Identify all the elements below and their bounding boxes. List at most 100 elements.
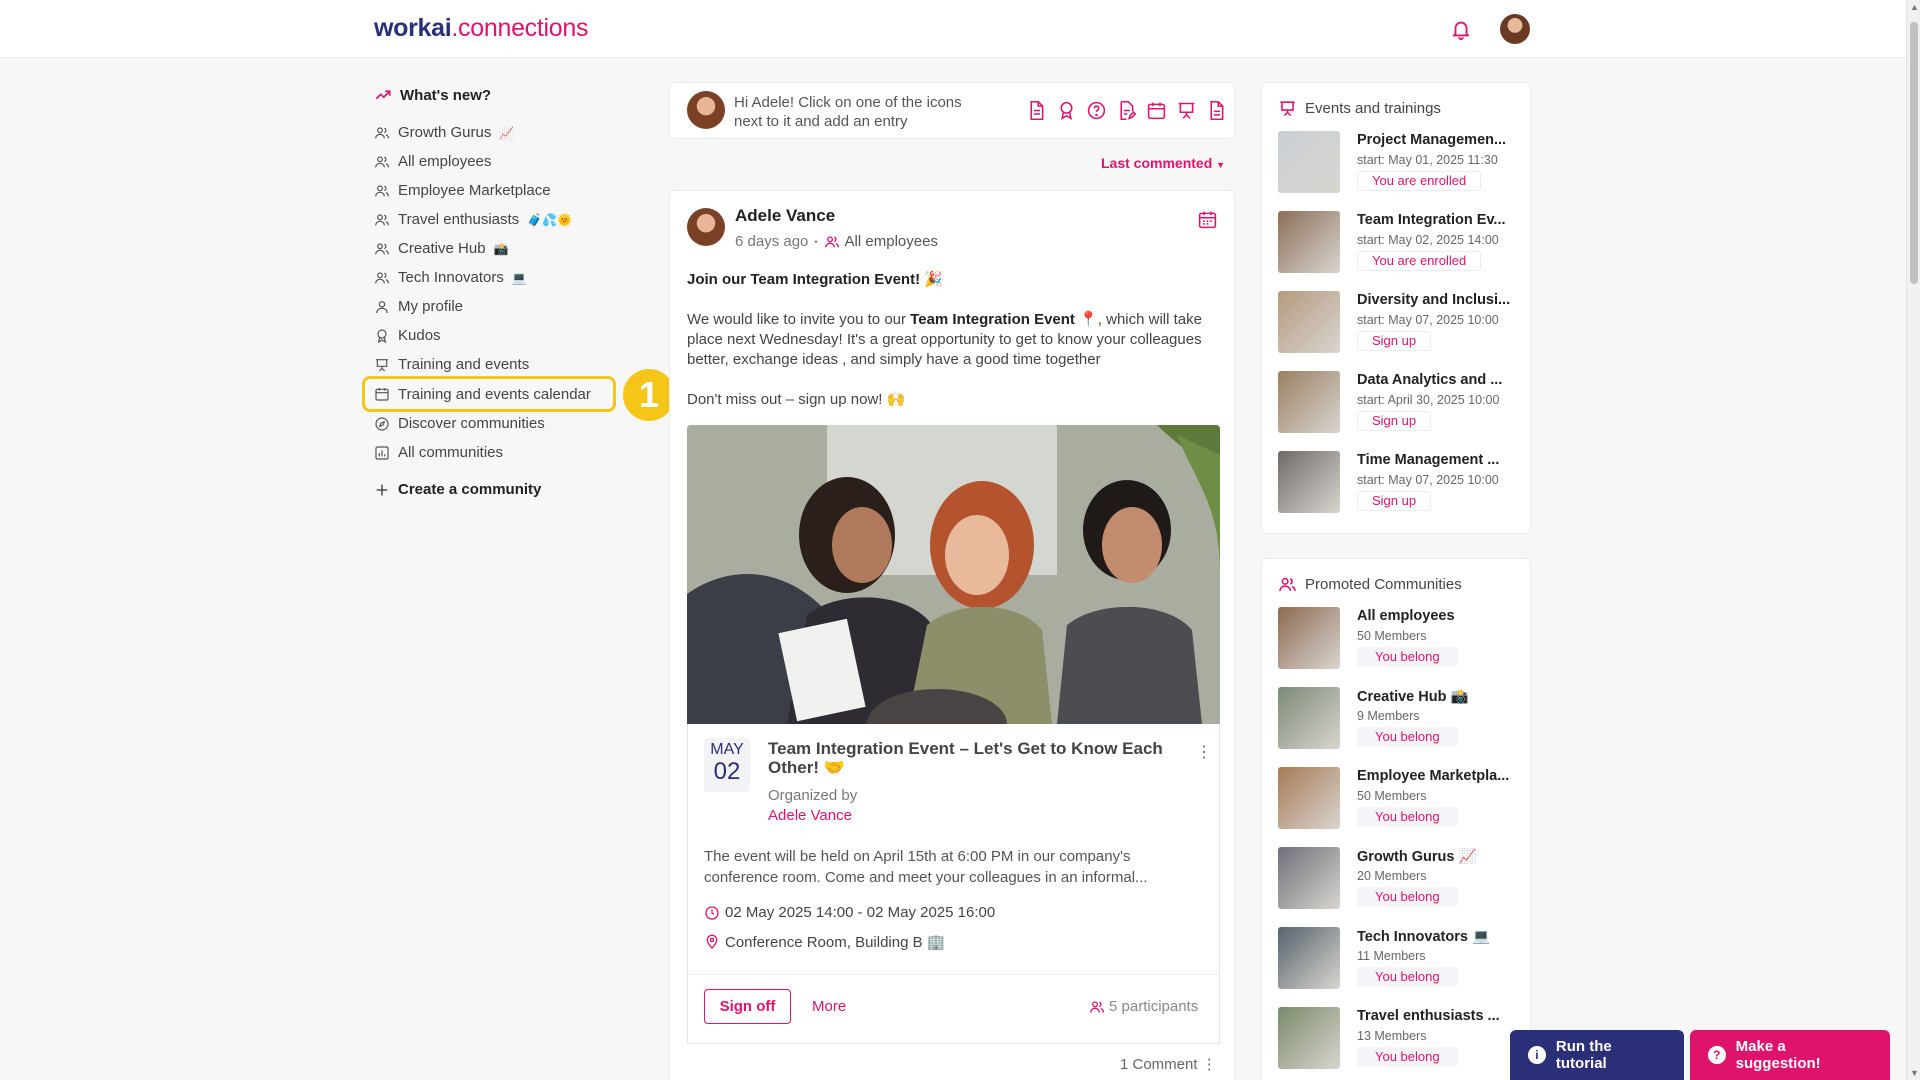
calendar-icon[interactable] [1197,209,1218,230]
thumbnail-image[interactable] [1278,687,1340,749]
more-options-icon[interactable]: ⋮ [1196,742,1212,762]
thumbnail-image[interactable] [1278,451,1340,513]
event-list-item[interactable]: Diversity and Inclusi... start: May 07, 2… [1278,291,1518,355]
run-tutorial-button[interactable]: i Run the tutorial [1510,1030,1684,1080]
item-name[interactable]: Tech Innovators 💻 [1357,928,1519,945]
sidebar-item-label: Discover communities [398,415,545,432]
events-panel-title[interactable]: Events and trainings [1278,99,1441,118]
sidebar-item-label: Training and events calendar [398,385,591,403]
event-photo[interactable] [687,425,1220,724]
author-avatar[interactable] [687,208,725,246]
sidebar-item-travel-enthusiasts[interactable]: Travel enthusiasts 🧳💦🌞 [372,205,622,234]
status-badge[interactable]: You belong [1357,807,1458,827]
item-name[interactable]: Travel enthusiasts ... [1357,1008,1519,1024]
question-icon[interactable] [1086,100,1107,121]
file-icon[interactable] [1206,100,1227,121]
document-icon[interactable] [1026,100,1047,121]
meta-separator: • [814,236,818,247]
thumbnail-image[interactable] [1278,927,1340,989]
participants-count[interactable]: 5 participants [1089,998,1198,1015]
sidebar-item-tech-innovators[interactable]: Tech Innovators 💻 [372,263,622,292]
organizer-link[interactable]: Adele Vance [768,807,852,824]
community-list-item[interactable]: Tech Innovators 💻 11 Members You belong [1278,927,1518,991]
sidebar-item-growth-gurus[interactable]: Growth Gurus 📈 [372,118,622,147]
post-author[interactable]: Adele Vance [735,206,835,226]
thumbnail-image[interactable] [1278,607,1340,669]
app-logo[interactable]: workai.connections [374,14,588,43]
sidebar-item-all-employees[interactable]: All employees [372,147,622,176]
sign-off-button[interactable]: Sign off [704,989,791,1024]
item-name[interactable]: All employees [1357,608,1519,624]
sidebar-item-employee-marketplace[interactable]: Employee Marketplace [372,176,622,205]
post-audience[interactable]: All employees [824,233,938,250]
user-avatar[interactable] [1500,14,1530,44]
thumbnail-image[interactable] [1278,291,1340,353]
sidebar-item-creative-hub[interactable]: Creative Hub 📸 [372,234,622,263]
sidebar-item-kudos[interactable]: Kudos [372,321,622,350]
event-list-item[interactable]: Team Integration Ev... start: May 02, 202… [1278,211,1518,275]
sidebar-item-discover-communities[interactable]: Discover communities [372,409,622,438]
thumbnail-image[interactable] [1278,131,1340,193]
status-badge[interactable]: You belong [1357,1047,1458,1067]
community-list-item[interactable]: Travel enthusiasts ... 13 Members You belo… [1278,1007,1518,1071]
event-title[interactable]: Team Integration Event – Let's Get to Kn… [768,739,1178,777]
item-name[interactable]: Growth Gurus 📈 [1357,848,1519,865]
presentation-icon[interactable] [1176,100,1197,121]
plus-icon [376,484,388,495]
event-list-item[interactable]: Time Management ... start: May 07, 2025 1… [1278,451,1518,515]
event-date: MAY 02 [704,738,750,792]
sidebar-item-my-profile[interactable]: My profile [372,292,622,321]
sidebar-item-training-and-events[interactable]: Training and events [372,350,622,379]
thumbnail-image[interactable] [1278,211,1340,273]
scroll-up-icon[interactable]: ▲ [1910,2,1919,12]
thumbnail-image[interactable] [1278,847,1340,909]
make-suggestion-button[interactable]: ? Make a suggestion! [1690,1030,1890,1080]
item-name[interactable]: Team Integration Ev... [1357,212,1519,228]
event-list-item[interactable]: Data Analytics and ... start: April 30, 2… [1278,371,1518,435]
whats-new-link[interactable]: What's new? [374,86,622,104]
item-name[interactable]: Diversity and Inclusi... [1357,292,1519,308]
award-icon[interactable] [1056,100,1077,121]
communities-panel-title[interactable]: Promoted Communities [1278,575,1462,594]
status-badge[interactable]: Sign up [1357,331,1432,351]
community-list-item[interactable]: Creative Hub 📸 9 Members You belong [1278,687,1518,751]
left-navigation: What's new? Growth Gurus 📈 All employees Em… [362,80,622,504]
organized-by-label: Organized by [768,787,858,804]
community-list-item[interactable]: Growth Gurus 📈 20 Members You belong [1278,847,1518,911]
sidebar-item-training-and-events-calendar[interactable]: Training and events calendar [362,376,616,412]
edit-document-icon[interactable] [1116,100,1137,121]
item-name[interactable]: Time Management ... [1357,452,1519,468]
page-scrollbar[interactable]: ▲ ▼ [1906,0,1920,1080]
bell-icon[interactable] [1450,18,1472,40]
top-header: workai.connections [0,0,1906,58]
status-badge[interactable]: You belong [1357,967,1458,987]
calendar-icon[interactable] [1146,100,1167,121]
thumbnail-image[interactable] [1278,767,1340,829]
more-button[interactable]: More [812,998,846,1015]
item-name[interactable]: Employee Marketpla... [1357,768,1519,784]
event-description: The event will be held on April 15th at … [704,848,1148,886]
item-name[interactable]: Project Managemen... [1357,132,1519,148]
community-list-item[interactable]: All employees 50 Members You belong [1278,607,1518,671]
scroll-down-icon[interactable]: ▼ [1910,1068,1919,1078]
community-list-item[interactable]: Employee Marketpla... 50 Members You belon… [1278,767,1518,831]
status-badge[interactable]: Sign up [1357,411,1432,431]
kebab-menu-icon[interactable]: ⋮ [1202,1056,1217,1073]
sidebar-item-all-communities[interactable]: All communities [372,438,622,467]
thumbnail-image[interactable] [1278,371,1340,433]
create-community-button[interactable]: Create a community [372,475,622,504]
comments-count[interactable]: 1 Comment ⋮ [1120,1055,1217,1073]
post-time: 6 days ago [735,233,809,250]
status-badge[interactable]: You belong [1357,727,1458,747]
event-list-item[interactable]: Project Managemen... start: May 01, 2025 … [1278,131,1518,195]
sort-dropdown[interactable]: Last commented ▼ [1101,155,1225,171]
status-badge[interactable]: You belong [1357,887,1458,907]
status-badge[interactable]: You are enrolled [1357,171,1482,191]
scroll-thumb[interactable] [1910,22,1918,284]
status-badge[interactable]: You are enrolled [1357,251,1482,271]
item-name[interactable]: Data Analytics and ... [1357,372,1519,388]
status-badge[interactable]: Sign up [1357,491,1432,511]
thumbnail-image[interactable] [1278,1007,1340,1069]
item-name[interactable]: Creative Hub 📸 [1357,688,1519,705]
status-badge[interactable]: You belong [1357,647,1458,667]
